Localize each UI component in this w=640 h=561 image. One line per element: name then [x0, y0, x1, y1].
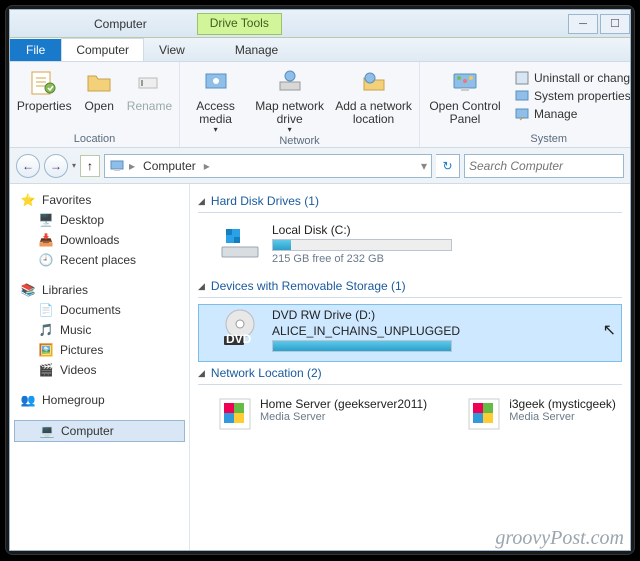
group-label-system: System — [420, 133, 631, 147]
control-panel-button[interactable]: Open Control Panel — [426, 66, 504, 126]
forward-button[interactable]: → — [44, 154, 68, 178]
dvd-label1: DVD RW Drive (D:) — [272, 308, 593, 322]
recent-icon: 🕘 — [38, 252, 54, 268]
net2-sub: Media Server — [509, 411, 616, 423]
sidebar-item-pictures[interactable]: 🖼️Pictures — [10, 340, 189, 360]
tab-view[interactable]: View — [144, 38, 200, 61]
content-pane: ◢Hard Disk Drives (1) Local Disk (C:) 21… — [190, 184, 630, 550]
rename-label: Rename — [127, 100, 172, 113]
pictures-icon: 🖼️ — [38, 342, 54, 358]
sidebar-item-documents[interactable]: 📄Documents — [10, 300, 189, 320]
wmp-icon — [218, 397, 252, 431]
properties-icon — [28, 66, 60, 98]
hdd-icon — [218, 223, 262, 263]
navbar: ← → ▾ ↑ ▸ Computer ▸ ▾ ↻ — [10, 148, 630, 184]
libraries-icon: 📚 — [20, 282, 36, 298]
computer-icon: 💻 — [39, 423, 55, 439]
open-icon — [83, 66, 115, 98]
net1-title: Home Server (geekserver2011) — [260, 397, 427, 411]
desktop-icon: 🖥️ — [38, 212, 54, 228]
window-title: Computer — [88, 17, 171, 31]
net2-title: i3geek (mysticgeek) — [509, 397, 616, 411]
explorer-window: Computer Drive Tools ─ ☐ File Computer V… — [9, 9, 631, 551]
section-hdd[interactable]: ◢Hard Disk Drives (1) — [198, 190, 622, 212]
documents-icon: 📄 — [38, 302, 54, 318]
access-media-button[interactable]: Access media▾ — [186, 66, 245, 135]
section-network[interactable]: ◢Network Location (2) — [198, 362, 622, 384]
sidebar-favorites-head[interactable]: ⭐Favorites — [10, 190, 189, 210]
music-icon: 🎵 — [38, 322, 54, 338]
videos-icon: 🎬 — [38, 362, 54, 378]
tab-manage[interactable]: Manage — [220, 38, 293, 61]
sidebar-libraries-head[interactable]: 📚Libraries — [10, 280, 189, 300]
manage-button[interactable]: Manage — [514, 106, 631, 122]
address-bar[interactable]: ▸ Computer ▸ ▾ — [104, 154, 432, 178]
network-location-icon — [358, 66, 390, 98]
sidebar-item-desktop[interactable]: 🖥️Desktop — [10, 210, 189, 230]
sidebar-homegroup-head[interactable]: 👥Homegroup — [10, 390, 189, 410]
tab-computer[interactable]: Computer — [61, 38, 144, 61]
star-icon: ⭐ — [20, 192, 36, 208]
ribbon: Properties Open Rename Location Access m… — [10, 62, 630, 148]
properties-button[interactable]: Properties — [16, 66, 73, 113]
open-button[interactable]: Open — [79, 66, 120, 113]
media-icon — [200, 66, 232, 98]
drive-label: Local Disk (C:) — [272, 223, 616, 237]
control-panel-icon — [449, 66, 481, 98]
wmp-icon — [467, 397, 501, 431]
control-panel-label: Open Control Panel — [426, 100, 504, 126]
capacity-bar — [272, 239, 452, 251]
dvd-label2: ALICE_IN_CHAINS_UNPLUGGED — [272, 324, 593, 338]
dvd-icon: DVD — [218, 308, 262, 348]
sidebar-item-downloads[interactable]: 📥Downloads — [10, 230, 189, 250]
sidebar-item-videos[interactable]: 🎬Videos — [10, 360, 189, 380]
breadcrumb[interactable]: Computer — [139, 159, 200, 173]
ribbon-tabs: File Computer View Manage — [10, 38, 630, 62]
sidebar-item-computer[interactable]: 💻Computer — [14, 420, 185, 442]
search-input[interactable] — [464, 154, 624, 178]
svg-text:DVD: DVD — [226, 332, 252, 346]
map-drive-icon — [274, 66, 306, 98]
contextual-tab-drive-tools[interactable]: Drive Tools — [197, 13, 282, 35]
rename-button: Rename — [126, 66, 173, 113]
capacity-bar — [272, 340, 452, 352]
system-props-icon — [514, 88, 530, 104]
rename-icon — [133, 66, 165, 98]
map-network-drive-button[interactable]: Map network drive▾ — [251, 66, 328, 135]
drive-dvd[interactable]: DVD DVD RW Drive (D:) ALICE_IN_CHAINS_UN… — [198, 304, 622, 362]
net1-sub: Media Server — [260, 411, 427, 423]
manage-icon — [514, 106, 530, 122]
network-location-2[interactable]: i3geek (mysticgeek)Media Server — [467, 397, 616, 431]
open-label: Open — [85, 100, 114, 113]
system-properties-button[interactable]: System properties — [514, 88, 631, 104]
tab-file[interactable]: File — [10, 39, 61, 61]
refresh-button[interactable]: ↻ — [436, 154, 460, 178]
titlebar: Computer Drive Tools ─ ☐ — [10, 10, 630, 38]
back-button[interactable]: ← — [16, 154, 40, 178]
properties-label: Properties — [17, 100, 72, 113]
uninstall-button[interactable]: Uninstall or change a pro — [514, 70, 631, 86]
uninstall-icon — [514, 70, 530, 86]
drive-free-text: 215 GB free of 232 GB — [272, 253, 616, 265]
sidebar-item-music[interactable]: 🎵Music — [10, 320, 189, 340]
minimize-button[interactable]: ─ — [568, 14, 598, 34]
sidebar-item-recent[interactable]: 🕘Recent places — [10, 250, 189, 270]
add-network-label: Add a network location — [334, 100, 413, 126]
group-label-location: Location — [10, 133, 179, 147]
cursor-icon: ↖ — [603, 320, 616, 340]
access-media-label: Access media — [186, 100, 245, 126]
network-location-1[interactable]: Home Server (geekserver2011)Media Server — [218, 397, 427, 431]
homegroup-icon: 👥 — [20, 392, 36, 408]
section-removable[interactable]: ◢Devices with Removable Storage (1) — [198, 275, 622, 297]
up-button[interactable]: ↑ — [80, 155, 100, 177]
maximize-button[interactable]: ☐ — [600, 14, 630, 34]
downloads-icon: 📥 — [38, 232, 54, 248]
drive-local-disk[interactable]: Local Disk (C:) 215 GB free of 232 GB — [198, 219, 622, 275]
sidebar: ⭐Favorites 🖥️Desktop 📥Downloads 🕘Recent … — [10, 184, 190, 550]
map-drive-label: Map network drive — [251, 100, 328, 126]
add-network-location-button[interactable]: Add a network location — [334, 66, 413, 126]
watermark: groovyPost.com — [495, 527, 624, 550]
computer-icon — [109, 158, 125, 174]
